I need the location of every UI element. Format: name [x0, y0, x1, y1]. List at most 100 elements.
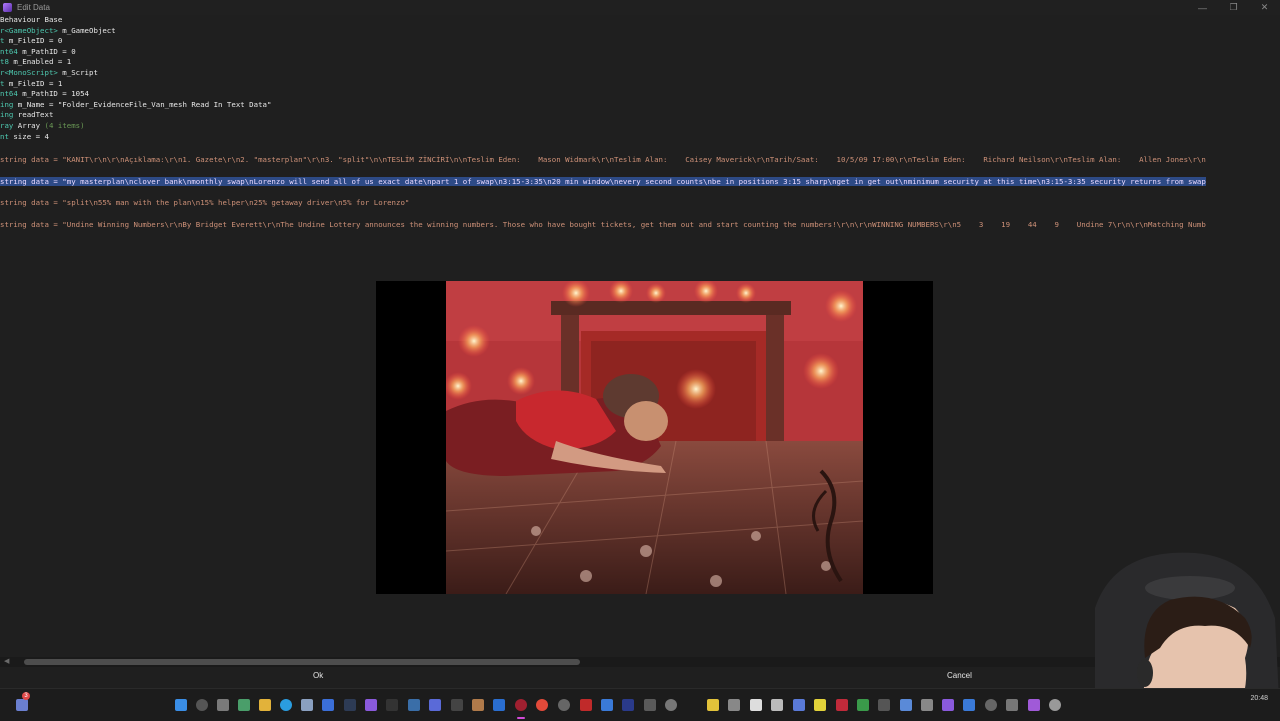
tray-icon-14[interactable] — [1006, 699, 1018, 711]
tray-icon-5[interactable] — [793, 699, 805, 711]
tree-type: r<MonoScript> — [0, 68, 58, 77]
tray-icon-9[interactable] — [878, 699, 890, 711]
cancel-button[interactable]: Cancel — [947, 671, 972, 680]
scroll-left-icon[interactable]: ◀ — [4, 657, 9, 667]
task-view-icon[interactable] — [217, 699, 229, 711]
video-frame-image — [446, 281, 863, 594]
app-icon-6[interactable] — [451, 699, 463, 711]
chrome-icon[interactable] — [536, 699, 548, 711]
app-icon-10[interactable] — [601, 699, 613, 711]
tree-row[interactable]: nt64 m_PathID = 0 — [0, 47, 76, 57]
tray-icon-8[interactable] — [857, 699, 869, 711]
app-icon-2[interactable] — [322, 699, 334, 711]
data-string-row[interactable]: string data = "Undine Winning Numbers\r\… — [0, 220, 1206, 230]
tray-search-icon[interactable] — [985, 699, 997, 711]
tree-type: ing — [0, 99, 14, 109]
close-button[interactable]: ✕ — [1249, 0, 1280, 15]
tree-row[interactable]: t m_FileID = 0 — [0, 36, 62, 46]
app-icon-8[interactable] — [558, 699, 570, 711]
discord-icon[interactable] — [429, 699, 441, 711]
app-icon-4[interactable] — [386, 699, 398, 711]
tray-icon-11[interactable] — [921, 699, 933, 711]
tree-type: t8 — [0, 57, 9, 67]
file-explorer-icon[interactable] — [259, 699, 271, 711]
tree-text: Array — [13, 121, 45, 130]
tree-row[interactable]: nt size = 4 — [0, 132, 49, 142]
tree-text: m_FileID = 1 — [4, 78, 63, 88]
app-icon-11[interactable] — [622, 699, 634, 711]
app-icon-1[interactable] — [301, 699, 313, 711]
tree-type: nt64 — [0, 89, 18, 99]
tree-type: nt64 — [0, 46, 18, 56]
tree-text: size = 4 — [8, 131, 49, 141]
tray-icon-6[interactable] — [814, 699, 826, 711]
field-tree-view[interactable]: Behaviour Base r<GameObject> m_GameObjec… — [0, 15, 1270, 255]
weather-icon[interactable] — [16, 699, 28, 711]
start-menu-icon[interactable] — [175, 699, 187, 711]
tree-row[interactable]: Behaviour Base — [0, 15, 62, 25]
tree-row[interactable]: ing m_Name = "Folder_EvidenceFile_Van_me… — [0, 100, 271, 110]
window-titlebar: Edit Data — ❐ ✕ — [0, 0, 1280, 15]
app-icon-5[interactable] — [408, 699, 420, 711]
notification-badge: 3 — [22, 692, 30, 700]
window-controls: — ❐ ✕ — [1187, 0, 1280, 15]
app-icon-3[interactable] — [365, 699, 377, 711]
tree-text: m_Name = "Folder_EvidenceFile_Van_mesh R… — [13, 99, 272, 109]
tree-text: m_PathID = 1054 — [17, 89, 90, 99]
app-icon-7[interactable] — [472, 699, 484, 711]
vscode-icon[interactable] — [493, 699, 505, 711]
tree-type: r<GameObject> — [0, 25, 58, 35]
tree-row[interactable]: r<GameObject> m_GameObject — [0, 26, 116, 36]
data-string-row[interactable]: string data = "split\n55% man with the p… — [0, 198, 409, 208]
data-string-row-selected[interactable]: string data = "my masterplan\nclover ban… — [0, 176, 1206, 187]
app-icon-13[interactable] — [665, 699, 677, 711]
tree-row[interactable]: ing readText — [0, 110, 53, 120]
ok-button[interactable]: Ok — [313, 671, 323, 680]
tray-icon-3[interactable] — [750, 699, 762, 711]
tray-icon-4[interactable] — [771, 699, 783, 711]
edge-browser-icon[interactable] — [280, 699, 292, 711]
settings-gear-icon[interactable] — [1049, 699, 1061, 711]
tray-icon-1[interactable] — [707, 699, 719, 711]
tree-type: ray — [0, 121, 14, 130]
app-icon-12[interactable] — [644, 699, 656, 711]
selected-text: string data = "my masterplan\nclover ban… — [0, 176, 1206, 186]
system-clock[interactable]: 20:48 — [1250, 695, 1268, 702]
app-icon-9[interactable] — [580, 699, 592, 711]
tree-type: ing — [0, 110, 14, 120]
tree-text: Behaviour Base — [0, 15, 63, 24]
tree-type: nt — [0, 131, 9, 141]
tree-row[interactable]: t m_FileID = 1 — [0, 79, 62, 89]
windows-taskbar: 3 20:48 — [0, 688, 1280, 721]
scrollbar-thumb[interactable] — [24, 659, 580, 665]
data-string-row[interactable]: string data = "KANIT\r\n\r\nAçıklama:\r\… — [0, 155, 1206, 165]
active-app-indicator — [517, 717, 525, 719]
tray-icon-15[interactable] — [1028, 699, 1040, 711]
tray-icon-12[interactable] — [942, 699, 954, 711]
tree-row[interactable]: t8 m_Enabled = 1 — [0, 57, 71, 67]
tray-icon-10[interactable] — [900, 699, 912, 711]
steam-icon[interactable] — [344, 699, 356, 711]
minimize-button[interactable]: — — [1187, 0, 1218, 15]
widgets-icon[interactable] — [238, 699, 250, 711]
tree-text: m_Script — [57, 68, 98, 77]
app-icon — [3, 3, 12, 12]
tree-text: m_GameObject — [57, 25, 116, 35]
tree-row[interactable]: nt64 m_PathID = 1054 — [0, 89, 89, 99]
tray-icon-2[interactable] — [728, 699, 740, 711]
tree-item-count: (4 items) — [44, 121, 85, 130]
tree-text: m_PathID = 0 — [17, 46, 76, 56]
window-title: Edit Data — [17, 3, 50, 12]
tree-text: readText — [13, 110, 54, 120]
video-player[interactable] — [376, 281, 933, 594]
obs-icon[interactable] — [515, 699, 527, 711]
restore-button[interactable]: ❐ — [1218, 0, 1249, 15]
tree-text: m_FileID = 0 — [4, 36, 63, 46]
video-scene-image — [446, 281, 863, 594]
search-icon[interactable] — [196, 699, 208, 711]
tree-row[interactable]: r<MonoScript> m_Script — [0, 68, 98, 78]
tray-icon-7[interactable] — [836, 699, 848, 711]
tree-text: m_Enabled = 1 — [8, 57, 72, 67]
tray-icon-13[interactable] — [963, 699, 975, 711]
tree-row[interactable]: ray Array (4 items) — [0, 121, 85, 131]
